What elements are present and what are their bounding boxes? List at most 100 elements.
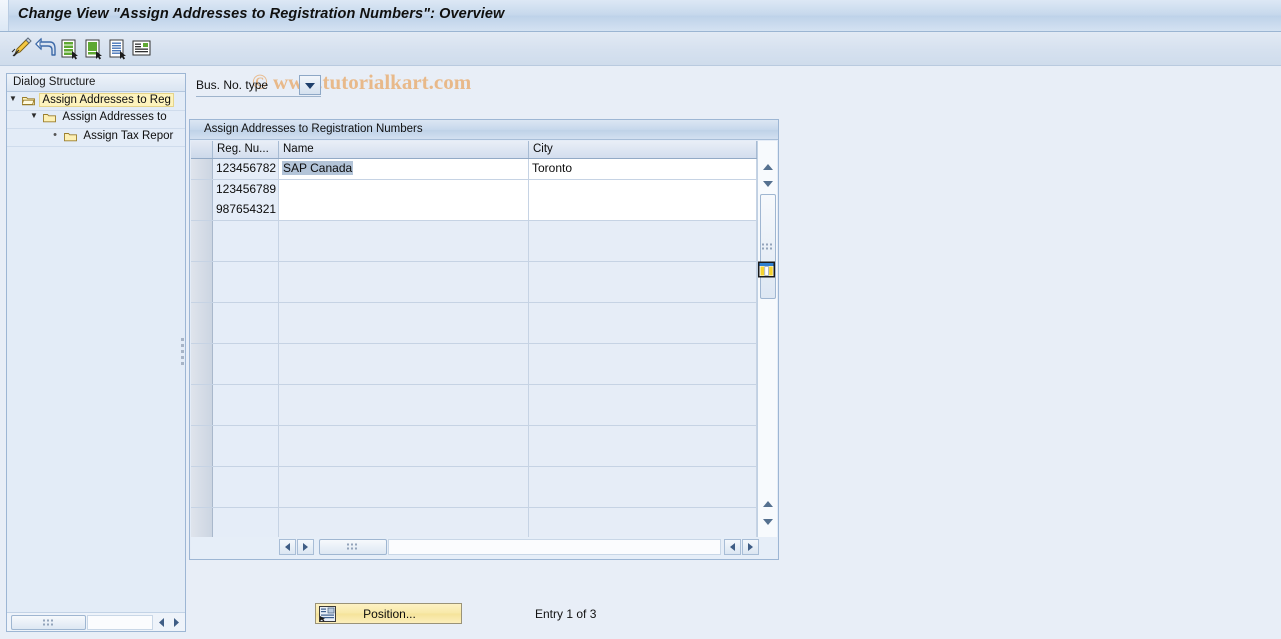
row-select-cell[interactable] (191, 466, 213, 487)
row-select-cell[interactable] (191, 282, 213, 302)
cell-city[interactable] (529, 446, 757, 466)
sidebar-item-assign-addresses-to[interactable]: ▼ Assign Addresses to (7, 111, 185, 129)
column-header-name[interactable]: Name (279, 141, 529, 158)
panel-splitter-handle[interactable] (179, 335, 186, 375)
cell-name[interactable] (279, 302, 529, 323)
horizontal-scroll-track[interactable] (388, 539, 721, 555)
cell-regno[interactable] (213, 487, 279, 507)
cell-city[interactable] (529, 466, 757, 487)
row-select-cell[interactable] (191, 425, 213, 446)
cell-city[interactable]: Toronto (529, 159, 757, 179)
cell-city[interactable] (529, 425, 757, 446)
table-row[interactable] (191, 364, 777, 385)
scroll-down-icon[interactable] (759, 177, 777, 191)
cell-regno[interactable] (213, 220, 279, 241)
cell-regno[interactable] (213, 384, 279, 405)
row-select-cell[interactable] (191, 487, 213, 507)
row-select-cell[interactable] (191, 384, 213, 405)
table-row[interactable] (191, 405, 777, 426)
cell-city[interactable] (529, 302, 757, 323)
cell-city[interactable] (529, 364, 757, 384)
cell-regno[interactable] (213, 364, 279, 384)
copy-as-icon[interactable] (82, 37, 106, 60)
cell-regno[interactable] (213, 282, 279, 302)
cell-name[interactable] (279, 405, 529, 425)
table-settings-icon[interactable] (757, 261, 776, 278)
cell-regno[interactable] (213, 405, 279, 425)
cell-regno[interactable] (213, 241, 279, 261)
cell-city[interactable] (529, 241, 757, 261)
row-select-cell[interactable] (191, 179, 213, 200)
table-row[interactable] (191, 302, 777, 323)
table-row[interactable] (191, 446, 777, 467)
cell-name[interactable] (279, 179, 529, 200)
row-select-cell[interactable] (191, 405, 213, 425)
column-header-select[interactable] (191, 141, 213, 158)
row-select-cell[interactable] (191, 241, 213, 261)
tree-scroll-track[interactable] (87, 615, 153, 630)
cell-name[interactable] (279, 384, 529, 405)
cell-name[interactable] (279, 507, 529, 528)
table-row[interactable] (191, 507, 777, 528)
cell-regno[interactable] (213, 466, 279, 487)
cell-city[interactable] (529, 261, 757, 282)
scroll-left-icon[interactable] (155, 615, 168, 630)
scroll-right-icon[interactable] (170, 615, 183, 630)
table-row[interactable] (191, 384, 777, 405)
cell-name[interactable] (279, 425, 529, 446)
horizontal-scroll-thumb[interactable] (319, 539, 387, 555)
table-row[interactable] (191, 220, 777, 241)
row-select-cell[interactable] (191, 220, 213, 241)
table-vertical-scrollbar[interactable] (757, 141, 777, 537)
scroll-left-icon[interactable] (279, 539, 296, 555)
table-row[interactable] (191, 487, 777, 508)
vertical-scroll-thumb[interactable] (760, 194, 776, 299)
table-row[interactable] (191, 261, 777, 282)
column-header-reg-no[interactable]: Reg. Nu... (213, 141, 279, 158)
cell-name[interactable] (279, 323, 529, 343)
scroll-page-up-icon[interactable] (759, 497, 777, 511)
cell-city[interactable] (529, 179, 757, 200)
cell-name[interactable] (279, 446, 529, 466)
details-icon[interactable] (130, 37, 154, 60)
cell-name[interactable] (279, 220, 529, 241)
row-select-cell[interactable] (191, 364, 213, 384)
cell-name[interactable]: SAP Canada (279, 159, 529, 179)
row-select-cell[interactable] (191, 528, 213, 537)
row-select-cell[interactable] (191, 261, 213, 282)
cell-name[interactable] (279, 364, 529, 384)
cell-city[interactable] (529, 200, 757, 220)
table-horizontal-scrollbar[interactable] (191, 537, 777, 559)
cell-city[interactable] (529, 507, 757, 528)
cell-name[interactable] (279, 343, 529, 364)
cell-regno[interactable] (213, 425, 279, 446)
cell-regno[interactable] (213, 261, 279, 282)
row-select-cell[interactable] (191, 200, 213, 220)
cell-name[interactable] (279, 528, 529, 537)
pencil-edit-icon[interactable] (10, 37, 34, 60)
row-select-cell[interactable] (191, 323, 213, 343)
scroll-page-right-icon[interactable] (742, 539, 759, 555)
scroll-page-left-icon[interactable] (724, 539, 741, 555)
scroll-right-icon[interactable] (297, 539, 314, 555)
delete-entry-icon[interactable] (106, 37, 130, 60)
cell-city[interactable] (529, 528, 757, 537)
table-row[interactable] (191, 466, 777, 487)
table-row[interactable] (191, 323, 777, 344)
table-row[interactable]: 123456782 SAP Canada Toronto (191, 159, 777, 180)
scroll-up-icon[interactable] (759, 160, 777, 174)
row-select-cell[interactable] (191, 343, 213, 364)
row-select-cell[interactable] (191, 507, 213, 528)
chevron-down-icon[interactable]: ▼ (7, 94, 19, 103)
chevron-down-icon[interactable] (299, 75, 321, 95)
cell-name[interactable] (279, 487, 529, 507)
scroll-page-down-icon[interactable] (759, 515, 777, 529)
sidebar-item-assign-addresses-to-registration-numbers[interactable]: ▼ Assign Addresses to Reg (7, 93, 185, 111)
table-row[interactable] (191, 282, 777, 303)
row-select-cell[interactable] (191, 302, 213, 323)
cell-city[interactable] (529, 384, 757, 405)
row-select-cell[interactable] (191, 446, 213, 466)
undo-arrow-icon[interactable] (34, 37, 58, 60)
chevron-down-icon[interactable]: ▼ (28, 111, 40, 120)
tree-scroll-thumb[interactable] (11, 615, 86, 630)
